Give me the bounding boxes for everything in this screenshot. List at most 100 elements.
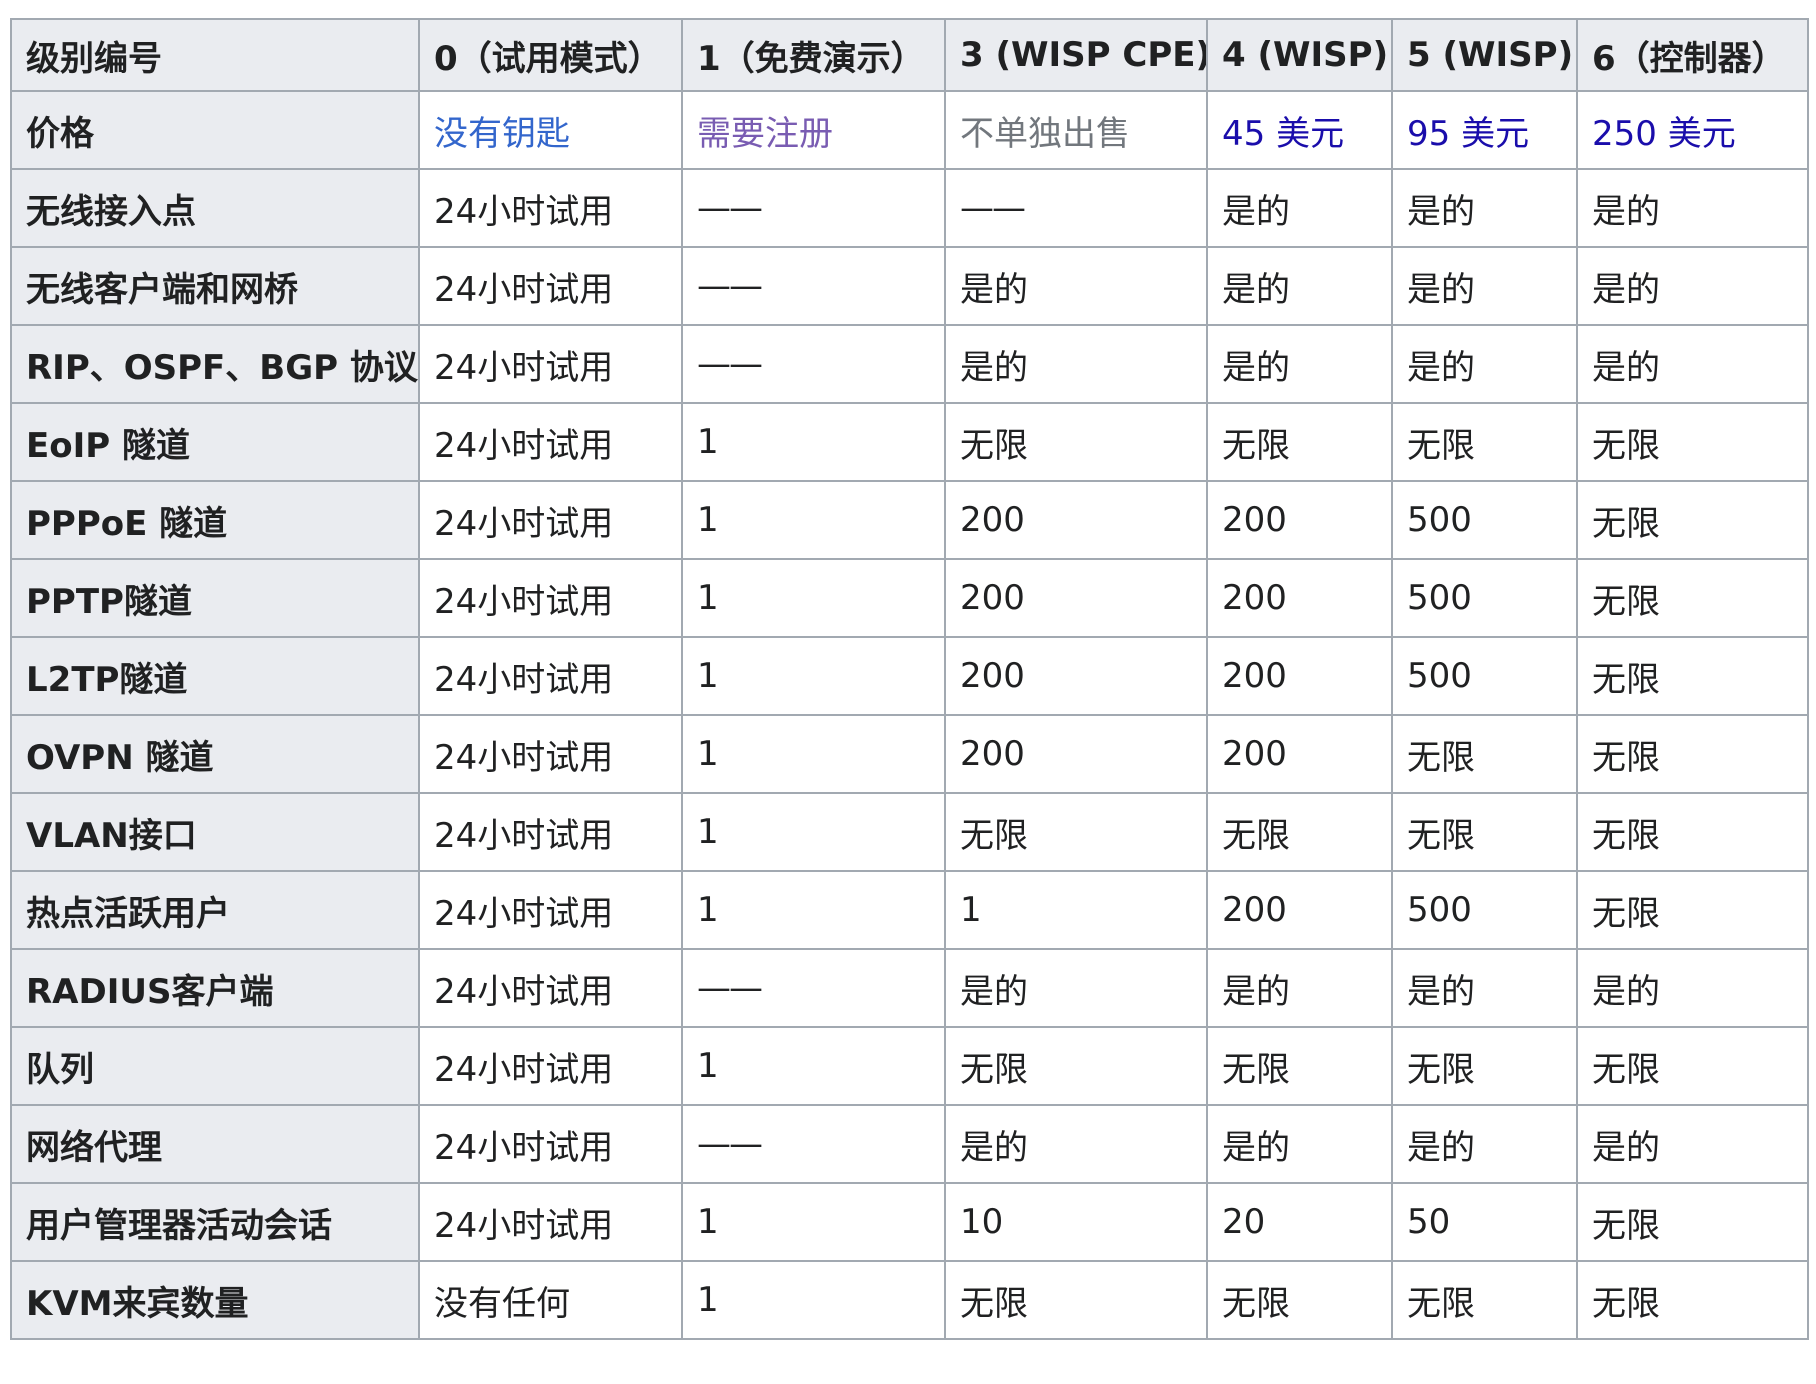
table-cell: 200 <box>1206 636 1393 716</box>
table-cell: —— <box>681 246 946 326</box>
table-cell: 24小时试用 <box>418 402 683 482</box>
table-cell: 是的 <box>1391 324 1578 404</box>
table-cell: 无限 <box>1206 792 1393 872</box>
table-row: EoIP 隧道 24小时试用 1 无限 无限 无限 无限 <box>10 402 1809 482</box>
table-cell: 无限 <box>944 1026 1208 1106</box>
table-cell: 无限 <box>1576 1182 1809 1262</box>
table-cell: 500 <box>1391 870 1578 950</box>
table-cell: 24小时试用 <box>418 246 683 326</box>
price-row-label: 价格 <box>10 90 420 170</box>
row-label: EoIP 隧道 <box>10 402 420 482</box>
table-cell: 无限 <box>944 402 1208 482</box>
row-label: 用户管理器活动会话 <box>10 1182 420 1262</box>
table-cell: 无限 <box>1206 402 1393 482</box>
table-cell: 200 <box>1206 558 1393 638</box>
table-cell: —— <box>681 324 946 404</box>
table-cell: 1 <box>681 558 946 638</box>
table-cell: 500 <box>1391 558 1578 638</box>
price-row: 价格 没有钥匙 需要注册 不单独出售 45 美元 95 美元 250 美元 <box>10 90 1809 170</box>
header-cell-level: 级别编号 <box>10 18 420 92</box>
table-body: 级别编号 0（试用模式） 1（免费演示） 3 (WISP CPE) 4 (WIS… <box>10 18 1809 1340</box>
price-level-4-link[interactable]: 45 美元 <box>1206 90 1393 170</box>
table-cell: 是的 <box>1206 948 1393 1028</box>
table-cell: 是的 <box>1576 948 1809 1028</box>
table-cell: 是的 <box>944 246 1208 326</box>
table-cell: 20 <box>1206 1182 1393 1262</box>
table-cell: 10 <box>944 1182 1208 1262</box>
table-row: RIP、OSPF、BGP 协议 24小时试用 —— 是的 是的 是的 是的 <box>10 324 1809 404</box>
table-cell: 无限 <box>1391 714 1578 794</box>
table-cell: —— <box>944 168 1208 248</box>
row-label: 网络代理 <box>10 1104 420 1184</box>
table-cell: 24小时试用 <box>418 480 683 560</box>
row-label: L2TP隧道 <box>10 636 420 716</box>
row-label: PPPoE 隧道 <box>10 480 420 560</box>
price-level-6-link[interactable]: 250 美元 <box>1576 90 1809 170</box>
table-cell: 无限 <box>1576 402 1809 482</box>
table-cell: —— <box>681 168 946 248</box>
row-label: 队列 <box>10 1026 420 1106</box>
table-cell: 200 <box>944 480 1208 560</box>
table-cell: 1 <box>681 870 946 950</box>
table-cell: 是的 <box>1206 324 1393 404</box>
license-level-table: 级别编号 0（试用模式） 1（免费演示） 3 (WISP CPE) 4 (WIS… <box>10 18 1809 1340</box>
table-row: 队列 24小时试用 1 无限 无限 无限 无限 <box>10 1026 1809 1106</box>
table-row: PPPoE 隧道 24小时试用 1 200 200 500 无限 <box>10 480 1809 560</box>
table-cell: 24小时试用 <box>418 168 683 248</box>
table-cell: 无限 <box>1576 792 1809 872</box>
table-row: KVM来宾数量 没有任何 1 无限 无限 无限 无限 <box>10 1260 1809 1340</box>
table-cell: 24小时试用 <box>418 636 683 716</box>
table-cell: —— <box>681 1104 946 1184</box>
table-cell: 1 <box>681 1182 946 1262</box>
table-row: 无线客户端和网桥 24小时试用 —— 是的 是的 是的 是的 <box>10 246 1809 326</box>
row-label: 无线客户端和网桥 <box>10 246 420 326</box>
table-cell: 是的 <box>1206 168 1393 248</box>
price-registration-link[interactable]: 需要注册 <box>681 90 946 170</box>
header-cell-level-1: 1（免费演示） <box>681 18 946 92</box>
table-cell: 无限 <box>944 792 1208 872</box>
table-cell: 无限 <box>1206 1026 1393 1106</box>
table-cell: 无限 <box>1576 1026 1809 1106</box>
table-cell: 无限 <box>1576 558 1809 638</box>
table-cell: 1 <box>681 480 946 560</box>
table-cell: 1 <box>681 714 946 794</box>
header-row: 级别编号 0（试用模式） 1（免费演示） 3 (WISP CPE) 4 (WIS… <box>10 18 1809 92</box>
price-no-key-link[interactable]: 没有钥匙 <box>418 90 683 170</box>
table-cell: 无限 <box>1576 636 1809 716</box>
header-cell-level-0: 0（试用模式） <box>418 18 683 92</box>
table-cell: 是的 <box>944 1104 1208 1184</box>
table-cell: 24小时试用 <box>418 558 683 638</box>
table-cell: 200 <box>1206 870 1393 950</box>
table-cell: 是的 <box>1391 246 1578 326</box>
table-cell: 1 <box>681 792 946 872</box>
table-cell: 200 <box>944 558 1208 638</box>
row-label: 无线接入点 <box>10 168 420 248</box>
table-cell: 没有任何 <box>418 1260 683 1340</box>
table-cell: 是的 <box>1576 246 1809 326</box>
table-cell: 500 <box>1391 480 1578 560</box>
row-label: 热点活跃用户 <box>10 870 420 950</box>
row-label: OVPN 隧道 <box>10 714 420 794</box>
price-level-5-link[interactable]: 95 美元 <box>1391 90 1578 170</box>
table-cell: 无限 <box>1391 792 1578 872</box>
header-cell-level-3: 3 (WISP CPE) <box>944 18 1208 92</box>
table-cell: 无限 <box>1576 870 1809 950</box>
table-cell: 无限 <box>1206 1260 1393 1340</box>
table-cell: —— <box>681 948 946 1028</box>
table-row: PPTP隧道 24小时试用 1 200 200 500 无限 <box>10 558 1809 638</box>
table-cell: 200 <box>1206 480 1393 560</box>
header-cell-level-5: 5 (WISP) <box>1391 18 1578 92</box>
table-cell: 24小时试用 <box>418 1182 683 1262</box>
header-cell-level-4: 4 (WISP) <box>1206 18 1393 92</box>
table-cell: 200 <box>1206 714 1393 794</box>
table-cell: 24小时试用 <box>418 948 683 1028</box>
table-cell: 无限 <box>944 1260 1208 1340</box>
table-cell: 24小时试用 <box>418 1026 683 1106</box>
table-row: 网络代理 24小时试用 —— 是的 是的 是的 是的 <box>10 1104 1809 1184</box>
table-row: 用户管理器活动会话 24小时试用 1 10 20 50 无限 <box>10 1182 1809 1262</box>
table-cell: 是的 <box>1391 1104 1578 1184</box>
table-cell: 24小时试用 <box>418 870 683 950</box>
table-row: VLAN接口 24小时试用 1 无限 无限 无限 无限 <box>10 792 1809 872</box>
table-cell: 无限 <box>1391 402 1578 482</box>
table-cell: 500 <box>1391 636 1578 716</box>
